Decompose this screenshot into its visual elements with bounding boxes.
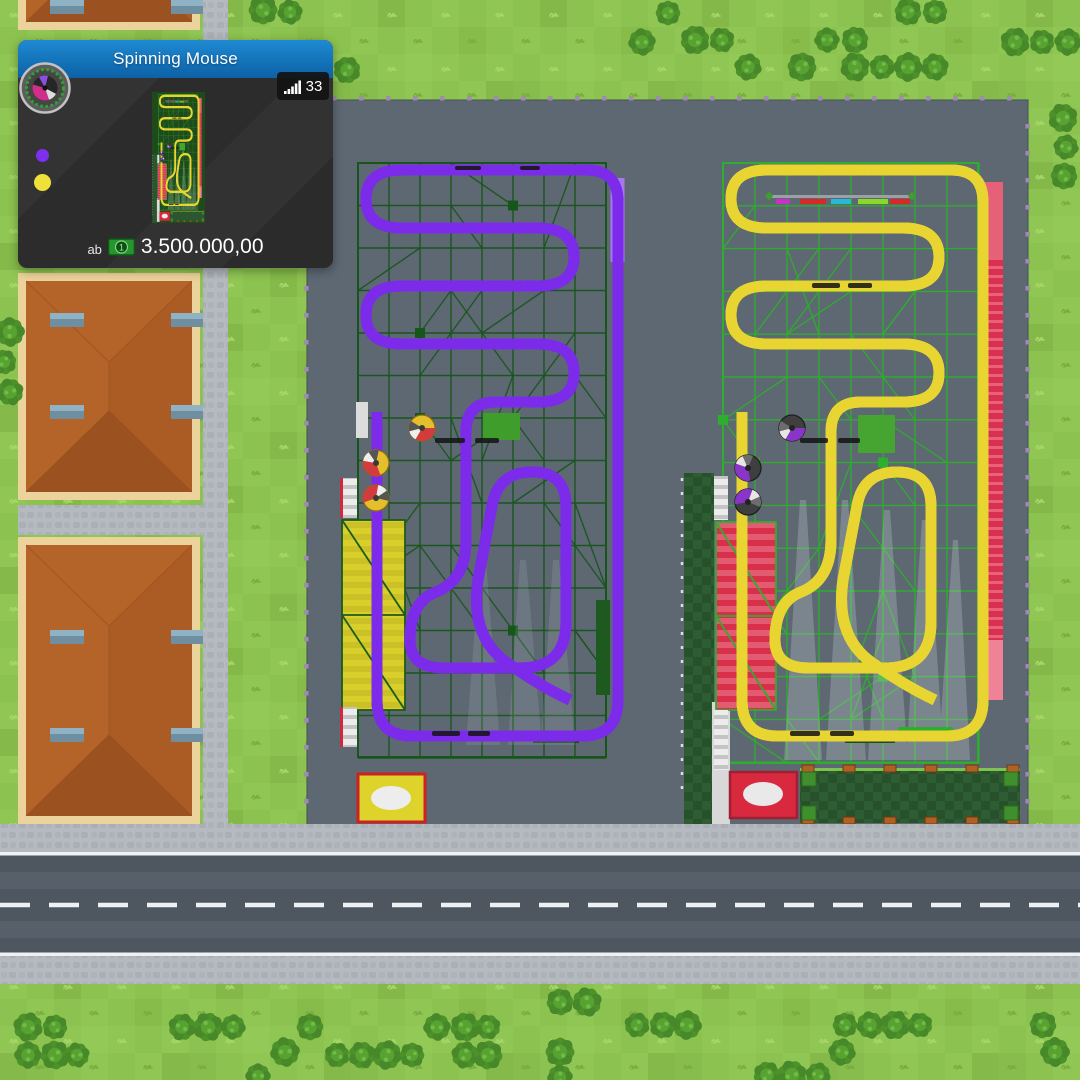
support-beam: [596, 600, 610, 695]
horizontal-path: [18, 505, 203, 535]
purple-entrance-building[interactable]: [358, 774, 425, 822]
exit-ramp: [343, 707, 357, 747]
road: [0, 824, 1080, 984]
queue-area: [684, 473, 714, 830]
exit-ramp: [714, 710, 728, 770]
spinning-car: [409, 415, 435, 441]
bar-chart-icon: [284, 79, 302, 94]
planter-square: [483, 413, 520, 440]
sidewalk-upper: [0, 824, 1080, 852]
rating-value: 33: [306, 78, 323, 95]
game-viewport: Spinning Mouse 33 ab: [0, 0, 1080, 1080]
spinning-car: [779, 415, 805, 441]
price-value: 3.500.000,00: [141, 235, 264, 259]
fenced-garden: [800, 765, 1020, 824]
money-banknote-icon: 1: [108, 238, 135, 256]
queue-panel: [356, 402, 368, 438]
price-prefix: ab: [87, 242, 101, 257]
ramp-edge: [340, 707, 343, 747]
exit-ramp: [714, 476, 728, 520]
planter-square: [858, 415, 895, 453]
sidewalk-lower: [0, 956, 1080, 984]
color-option-purple[interactable]: [36, 149, 49, 162]
exit-ramp: [343, 478, 357, 518]
yellow-entrance-building[interactable]: [730, 772, 797, 818]
spinning-mouse-ride-icon[interactable]: [19, 62, 71, 114]
ride-title: Spinning Mouse: [113, 49, 238, 69]
svg-text:1: 1: [119, 242, 124, 252]
price-row: ab 1 3.500.000,00: [18, 235, 333, 259]
ramp-edge: [340, 478, 343, 518]
ride-tooltip: Spinning Mouse 33 ab: [18, 40, 333, 268]
excitement-badge: 33: [277, 72, 329, 100]
color-option-yellow[interactable]: [34, 174, 51, 191]
ride-layout-thumbnail: [152, 92, 205, 223]
